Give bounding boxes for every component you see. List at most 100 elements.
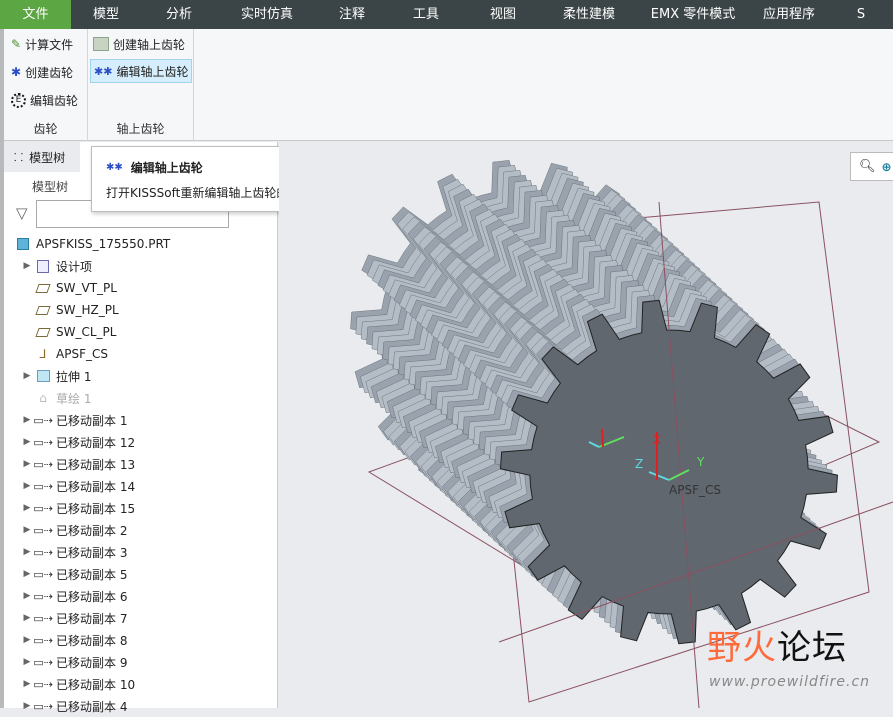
tree-item[interactable]: ▶ ▭⇢ 已移动副本 9 [20,651,128,673]
tree-item[interactable]: ▶ ▭⇢ 已移动副本 7 [20,607,128,629]
tree-item-label: 已移动副本 1 [56,413,128,428]
moved-copy-icon: ▭⇢ [33,479,53,493]
expand-arrow-icon[interactable]: ▶ [20,261,34,271]
expand-arrow-icon[interactable]: ▶ [20,415,34,425]
tab-applications[interactable]: 应用程序 [749,0,829,29]
tab-view[interactable]: 视图 [465,0,541,29]
tree-item[interactable]: ▶ ▭⇢ 已移动副本 8 [20,629,128,651]
sketch-icon: ⌂ [39,391,47,405]
tab-model-tree[interactable]: ⸬ 模型树 [4,142,80,172]
expand-arrow-icon[interactable]: ▶ [20,657,34,667]
tree-item-label: 已移动副本 14 [56,479,136,494]
expand-arrow-icon[interactable]: ▶ [20,679,34,689]
tree-item-label: 已移动副本 8 [56,633,128,648]
tree-item[interactable]: ▶ ▭⇢ 已移动副本 3 [20,541,128,563]
tree-item-label: 草绘 1 [56,391,92,406]
tree-item[interactable]: ▶ ▭⇢ 已移动副本 1 [20,409,128,431]
tab-file[interactable]: 文件 [0,0,71,29]
expand-arrow-icon[interactable]: ▶ [20,503,34,513]
csys-label: X [653,433,661,447]
part-icon [14,236,32,252]
tab-s[interactable]: S [829,0,893,29]
gear-group-label: 齿轮 [33,122,58,136]
tree-item-label: 已移动副本 2 [56,523,128,538]
extrude-icon [34,368,52,384]
tab-simulation[interactable]: 实时仿真 [217,0,317,29]
expand-arrow-icon[interactable]: ▶ [20,635,34,645]
tab-emx[interactable]: EMX 零件模式 [637,0,749,29]
expand-arrow-icon[interactable]: ▶ [20,525,34,535]
expand-arrow-icon[interactable]: ▶ [20,437,34,447]
expand-arrow-icon[interactable]: ▶ [20,701,34,711]
watermark-logo: 野火论坛 [707,628,847,668]
moved-copy-icon: ▭⇢ [33,611,53,625]
shaft-gear-icon [93,37,109,51]
csys-label: Y [696,455,705,469]
create-gear-button[interactable]: ✱ 创建齿轮 [8,60,76,84]
expand-arrow-icon[interactable]: ▶ [20,459,34,469]
tree-item-label: 已移动副本 4 [56,699,128,714]
tree-item-label: APSF_CS [56,347,108,361]
tree-item[interactable]: SW_CL_PL [20,321,116,343]
shaft-gear-group: 创建轴上齿轮 ✱✱ 编辑轴上齿轮 轴上齿轮 [88,29,194,141]
pencil-icon: ✎ [11,37,22,51]
moved-copy-icon: ▭⇢ [33,633,53,647]
tab-annotate[interactable]: 注释 [317,0,387,29]
expand-arrow-icon[interactable]: ▶ [20,569,34,579]
tree-item[interactable]: ⌂ 草绘 1 [20,387,91,409]
tree-item-label: 已移动副本 12 [56,435,136,450]
datum-plane-icon [34,324,52,340]
tree-item[interactable]: ▶ ▭⇢ 已移动副本 6 [20,585,128,607]
tree-item[interactable]: ▶ ▭⇢ 已移动副本 13 [20,453,136,475]
expand-arrow-icon[interactable]: ▶ [20,547,34,557]
tooltip-title: 编辑轴上齿轮 [130,161,203,175]
moved-copy-icon: ▭⇢ [33,501,53,515]
watermark-url: www.proewildfire.cn [709,674,871,690]
tree-item[interactable]: ⅃ APSF_CS [20,343,108,365]
moved-copy-icon: ▭⇢ [33,655,53,669]
moved-copy-icon: ▭⇢ [33,545,53,559]
tree-item[interactable]: ▶ ▭⇢ 已移动副本 4 [20,695,128,717]
tree-item[interactable]: ▶ ▭⇢ 已移动副本 5 [20,563,128,585]
moved-copy-icon: ▭⇢ [33,677,53,691]
tree-item-label: 已移动副本 13 [56,457,136,472]
expand-arrow-icon[interactable]: ▶ [20,613,34,623]
tree-item-label: 拉伸 1 [56,369,92,384]
tree-item[interactable]: ▶ ▭⇢ 已移动副本 12 [20,431,136,453]
datum-plane-icon [34,302,52,318]
edit-gear-icon: E [11,92,26,108]
expand-arrow-icon[interactable]: ▶ [20,481,34,491]
tree-item-label: 设计项 [56,259,93,274]
edit-shaft-gear-button[interactable]: ✱✱ 编辑轴上齿轮 [90,59,193,83]
moved-copy-icon: ▭⇢ [33,413,53,427]
tab-model[interactable]: 模型 [71,0,141,29]
tree-item[interactable]: ▶ 设计项 [20,255,92,277]
moved-copy-icon: ▭⇢ [33,589,53,603]
gear-group: ✎ 计算文件 ✱ 创建齿轮 E 编辑齿轮 齿轮 [4,29,88,141]
tree-item[interactable]: ▶ ▭⇢ 已移动副本 14 [20,475,136,497]
expand-arrow-icon[interactable]: ▶ [20,371,34,381]
tab-tools[interactable]: 工具 [387,0,465,29]
create-shaft-gear-button[interactable]: 创建轴上齿轮 [90,32,188,56]
tree-item[interactable]: ▶ ▭⇢ 已移动副本 2 [20,519,128,541]
tab-flexible-modeling[interactable]: 柔性建模 [541,0,637,29]
calc-file-button[interactable]: ✎ 计算文件 [8,32,76,56]
expand-arrow-icon[interactable]: ▶ [20,591,34,601]
tree-item-label: 已移动副本 5 [56,567,128,582]
tree-item[interactable]: ▶ ▭⇢ 已移动副本 10 [20,673,136,695]
tab-analysis[interactable]: 分析 [141,0,217,29]
tree-item-label: 已移动副本 9 [56,655,128,670]
tree-root[interactable]: APSFKISS_175550.PRT [14,233,170,255]
graphics-viewport[interactable]: 🔍︎ ⊕ X Y Z APSF_CS 野火论坛 www.proewildfire.cn [279,142,893,708]
tree-item[interactable]: SW_VT_PL [20,277,117,299]
filter-icon: ▽ [16,204,28,222]
gears-icon: ✱✱ [106,162,123,173]
tree-item[interactable]: ▶ ▭⇢ 已移动副本 15 [20,497,136,519]
edit-gear-button[interactable]: E 编辑齿轮 [8,88,81,112]
tree-item-label: 已移动副本 15 [56,501,136,516]
tree-item[interactable]: ▶ 拉伸 1 [20,365,92,387]
moved-copy-icon: ▭⇢ [33,523,53,537]
gear-icon: ✱ [11,65,22,79]
tree-item-label: SW_CL_PL [56,325,117,339]
tree-item[interactable]: SW_HZ_PL [20,299,119,321]
